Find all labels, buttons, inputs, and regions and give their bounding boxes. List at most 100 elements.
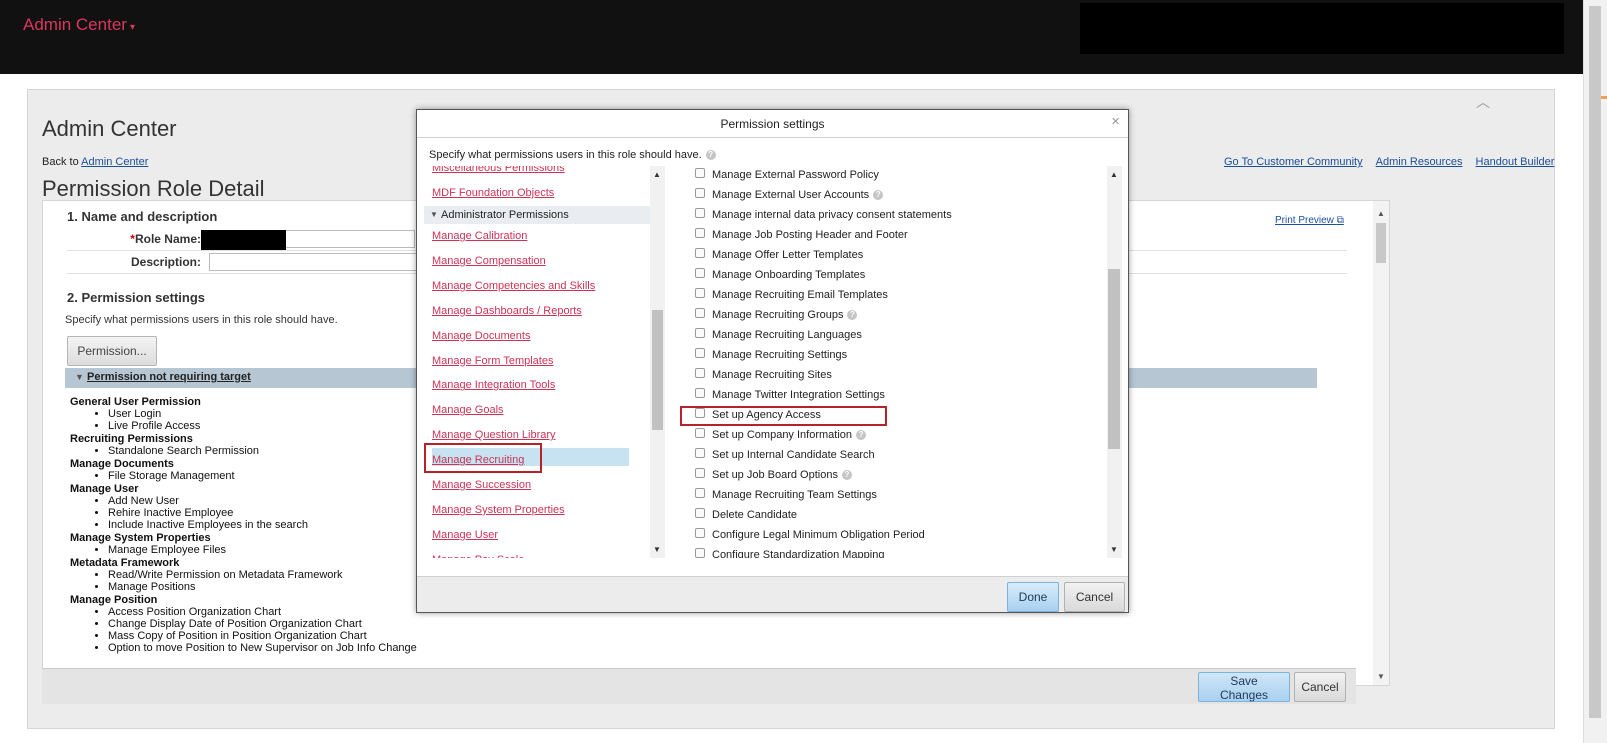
permission-scrollbar[interactable]: ▲ ▼	[1107, 166, 1122, 558]
permission-option[interactable]: Set up Company Information?	[695, 428, 867, 441]
permission-option[interactable]: Manage Onboarding Templates	[695, 268, 865, 281]
permission-option[interactable]: Manage Recruiting Sites	[695, 368, 832, 381]
close-icon[interactable]: ×	[1111, 113, 1120, 130]
checkbox[interactable]	[695, 188, 705, 199]
checkbox[interactable]	[695, 428, 705, 439]
permission-option[interactable]: Manage internal data privacy consent sta…	[695, 208, 952, 221]
help-icon[interactable]: ?	[847, 310, 858, 321]
collapse-chevron-icon[interactable]: ︿	[1476, 92, 1490, 112]
checkbox[interactable]	[695, 328, 705, 339]
scroll-down-icon[interactable]: ▼	[653, 545, 661, 554]
permission-option-label: Manage internal data privacy consent sta…	[712, 209, 952, 221]
permission-option[interactable]: Set up Internal Candidate Search	[695, 448, 875, 461]
content-scrollbar[interactable]: ▲ ▼	[1373, 201, 1389, 685]
checkbox[interactable]	[695, 248, 705, 259]
permission-option[interactable]: Delete Candidate	[695, 508, 797, 521]
checkbox[interactable]	[695, 368, 705, 379]
admin-center-menu[interactable]: Admin Center ▾	[23, 15, 135, 35]
permission-option[interactable]: Manage Recruiting Settings	[695, 348, 847, 361]
category-link[interactable]: Manage Integration Tools	[432, 379, 555, 391]
checkbox[interactable]	[695, 288, 705, 299]
permission-option[interactable]: Manage External User Accounts?	[695, 188, 884, 201]
category-link[interactable]: Manage Documents	[432, 330, 530, 342]
category-scroll-thumb[interactable]	[652, 310, 663, 430]
category-link[interactable]: Manage Question Library	[432, 429, 556, 441]
help-icon[interactable]: ?	[873, 190, 884, 201]
permission-option[interactable]: Manage Recruiting Team Settings	[695, 488, 877, 501]
permission-option[interactable]: Manage Twitter Integration Settings	[695, 388, 885, 401]
permission-option[interactable]: Manage Recruiting Languages	[695, 328, 862, 341]
checkbox[interactable]	[695, 168, 705, 179]
checkbox[interactable]	[695, 228, 705, 239]
help-icon[interactable]: ?	[705, 150, 716, 161]
dialog-header: Permission settings ×	[417, 110, 1128, 138]
category-link[interactable]: Manage Calibration	[432, 230, 527, 242]
save-changes-button[interactable]: Save Changes	[1198, 672, 1290, 702]
content-scroll-thumb[interactable]	[1376, 223, 1386, 263]
collapse-triangle-icon[interactable]: ▼	[430, 210, 438, 219]
category-scrollbar[interactable]: ▲ ▼	[650, 166, 665, 558]
window-scrollbar[interactable]	[1583, 0, 1607, 743]
checkbox[interactable]	[695, 548, 705, 558]
permission-option[interactable]: Configure Legal Minimum Obligation Perio…	[695, 528, 925, 541]
permission-option[interactable]: Manage Recruiting Email Templates	[695, 288, 888, 301]
category-link[interactable]: MDF Foundation Objects	[432, 187, 554, 199]
admin-resources-link[interactable]: Admin Resources	[1376, 156, 1463, 168]
window-scroll-thumb[interactable]	[1589, 6, 1601, 718]
permission-scroll-thumb[interactable]	[1108, 269, 1120, 449]
popup-icon: ⧉	[1336, 215, 1344, 226]
category-link[interactable]: Manage Goals	[432, 404, 504, 416]
category-link[interactable]: Manage Succession	[432, 479, 531, 491]
caret-down-icon: ▾	[129, 22, 135, 33]
category-link[interactable]: Miscellaneous Permissions	[432, 166, 565, 174]
category-link[interactable]: Manage Competencies and Skills	[432, 280, 595, 292]
administrator-permissions-header[interactable]: ▼ Administrator Permissions	[424, 206, 650, 224]
checkbox[interactable]	[695, 308, 705, 319]
category-link[interactable]: Manage Dashboards / Reports	[432, 305, 582, 317]
back-admin-center-link[interactable]: Admin Center	[81, 156, 148, 168]
scroll-up-icon[interactable]: ▲	[1377, 209, 1385, 218]
category-link[interactable]: Manage Pay Scale	[432, 554, 524, 558]
permission-option[interactable]: Configure Standardization Mapping	[695, 548, 884, 558]
category-link[interactable]: Manage User	[432, 529, 498, 541]
scroll-up-icon[interactable]: ▲	[653, 170, 661, 179]
list-item: Live Profile Access	[108, 420, 417, 432]
checkbox[interactable]	[695, 488, 705, 499]
checkbox[interactable]	[695, 528, 705, 539]
scroll-down-icon[interactable]: ▼	[1110, 545, 1118, 554]
checkbox[interactable]	[695, 508, 705, 519]
help-icon[interactable]: ?	[856, 430, 867, 441]
scroll-up-icon[interactable]: ▲	[1110, 170, 1118, 179]
permission-group-title: Metadata Framework	[70, 557, 180, 569]
permission-button[interactable]: Permission...	[67, 336, 157, 366]
description-input[interactable]	[209, 253, 421, 271]
checkbox[interactable]	[695, 208, 705, 219]
checkbox[interactable]	[695, 448, 705, 459]
checkbox[interactable]	[695, 388, 705, 399]
customer-community-link[interactable]: Go To Customer Community	[1224, 156, 1363, 168]
page-title: Admin Center	[42, 116, 177, 141]
list-item: User Login	[108, 408, 417, 420]
dialog-cancel-button[interactable]: Cancel	[1064, 582, 1125, 612]
permission-option[interactable]: Manage Job Posting Header and Footer	[695, 228, 908, 241]
handout-builder-link[interactable]: Handout Builder	[1476, 156, 1555, 168]
category-link[interactable]: Manage Form Templates	[432, 355, 553, 367]
permission-option[interactable]: Set up Job Board Options?	[695, 468, 852, 481]
checkbox[interactable]	[695, 268, 705, 279]
help-icon[interactable]: ?	[841, 470, 852, 481]
category-link[interactable]: Manage System Properties	[432, 504, 565, 516]
category-link[interactable]: Manage Compensation	[432, 255, 546, 267]
permission-option-label: Set up Company Information	[712, 429, 853, 441]
permission-bar-label[interactable]: Permission not requiring target	[87, 371, 251, 383]
permission-option[interactable]: Manage Recruiting Groups?	[695, 308, 858, 321]
checkbox[interactable]	[695, 468, 705, 479]
page-cancel-button[interactable]: Cancel	[1294, 672, 1346, 702]
print-preview-link[interactable]: Print Preview ⧉	[1275, 215, 1344, 226]
collapse-triangle-icon[interactable]: ▼	[75, 372, 84, 382]
permission-option[interactable]: Manage External Password Policy	[695, 168, 879, 181]
list-item: Manage Positions	[108, 581, 417, 593]
checkbox[interactable]	[695, 348, 705, 359]
scroll-down-icon[interactable]: ▼	[1377, 672, 1385, 681]
done-button[interactable]: Done	[1007, 582, 1059, 612]
permission-option[interactable]: Manage Offer Letter Templates	[695, 248, 863, 261]
